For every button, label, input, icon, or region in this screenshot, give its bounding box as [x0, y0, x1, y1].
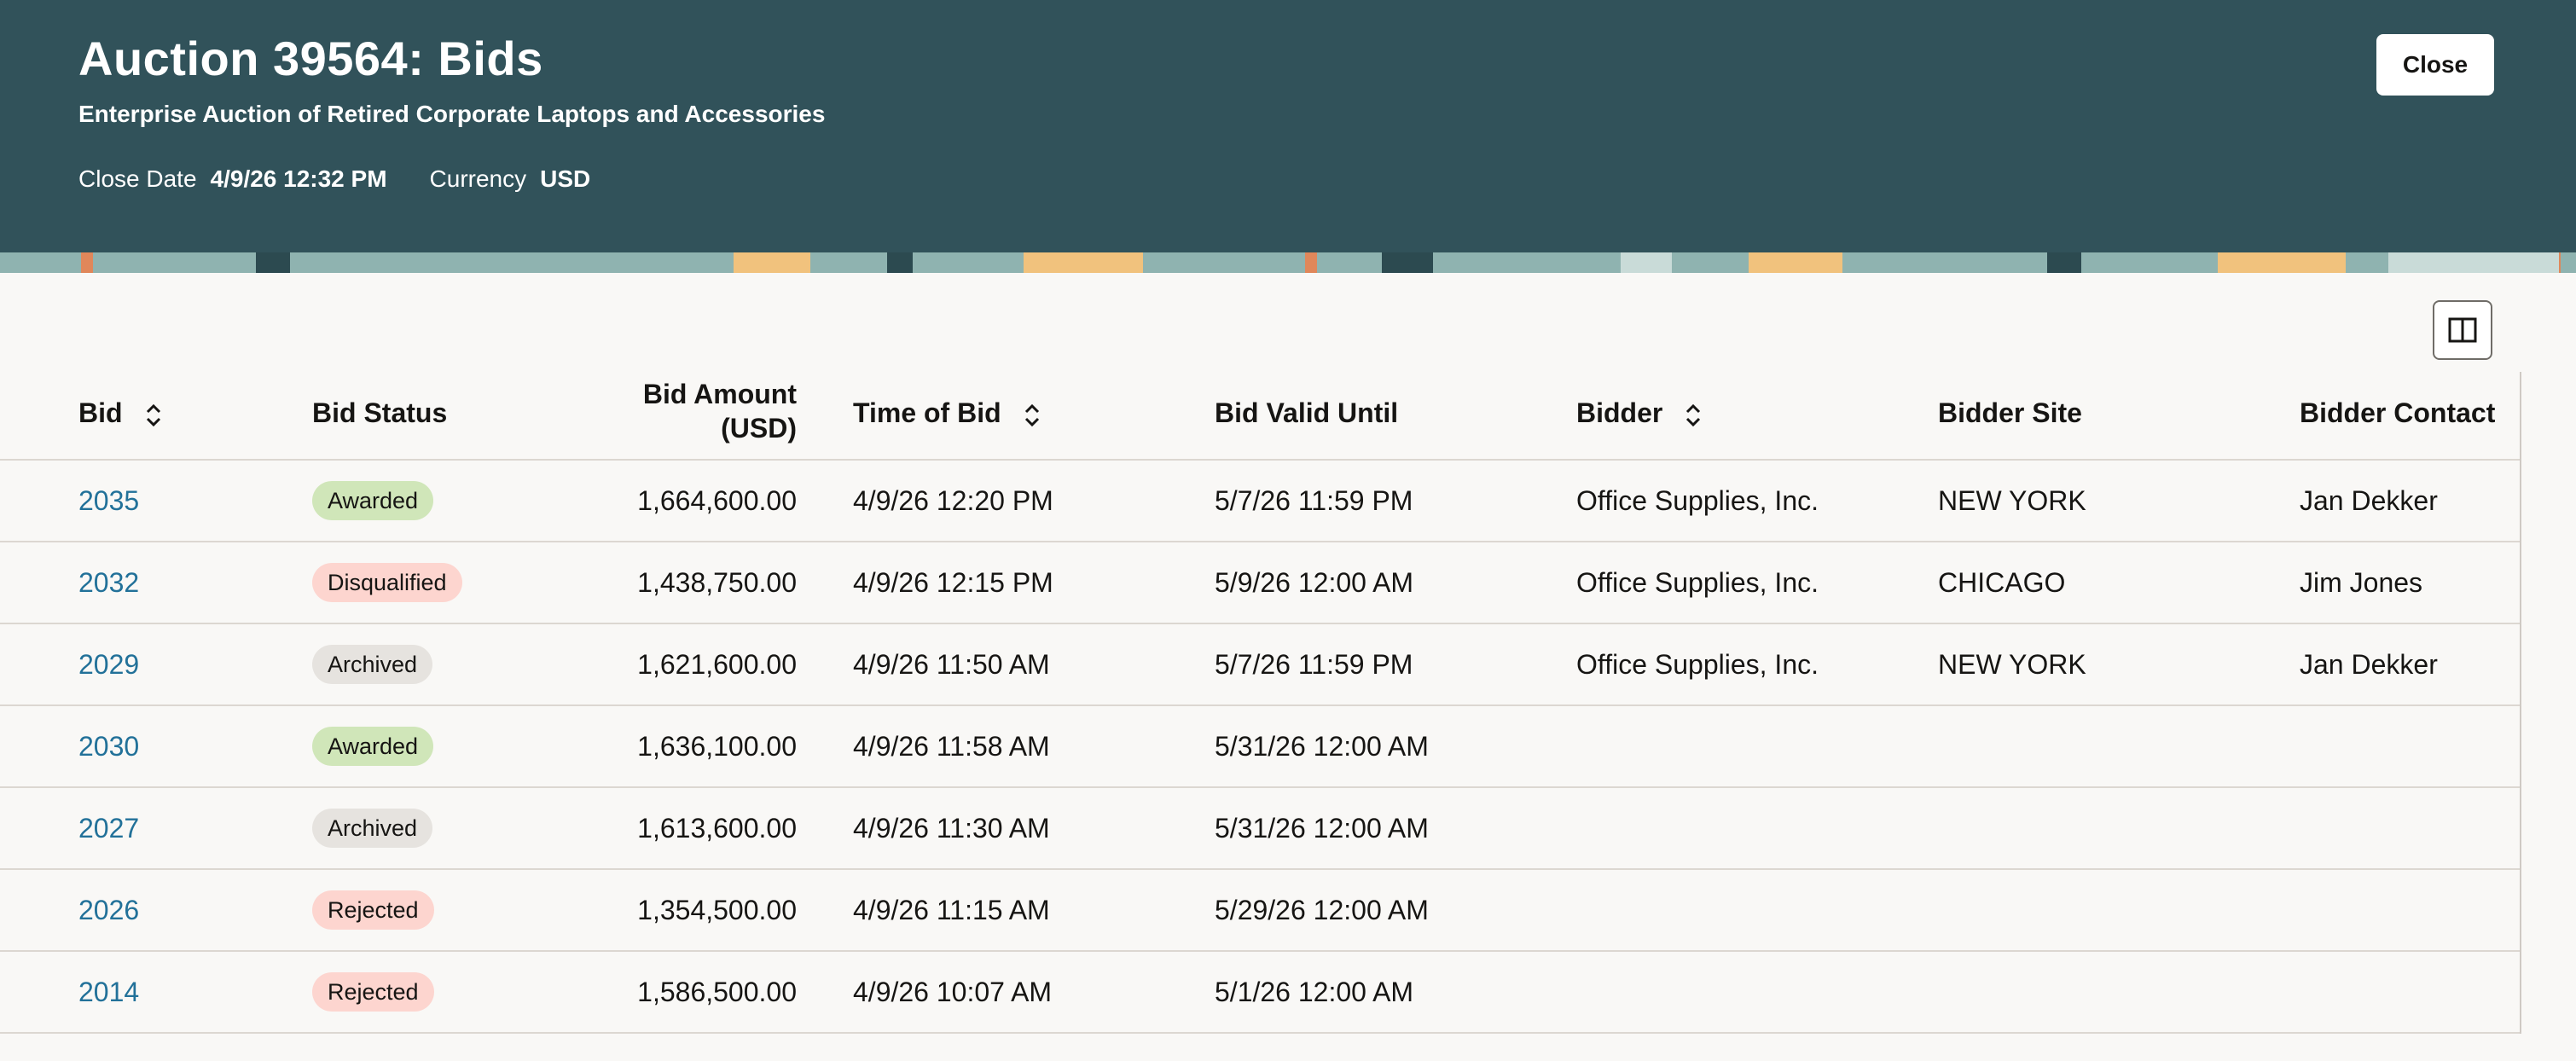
bid-amount: 1,438,750.00: [637, 567, 797, 598]
sort-icon[interactable]: [145, 403, 162, 428]
split-columns-icon: [2448, 317, 2477, 343]
close-button[interactable]: Close: [2376, 34, 2494, 96]
bid-amount: 1,586,500.00: [637, 977, 797, 1007]
bid-link[interactable]: 2032: [78, 567, 139, 598]
time-of-bid: 4/9/26 12:20 PM: [853, 485, 1053, 516]
bid-valid-until: 5/1/26 12:00 AM: [1215, 977, 1414, 1007]
bidder: Office Supplies, Inc.: [1576, 485, 1819, 516]
sort-icon[interactable]: [1685, 403, 1702, 428]
auction-meta: Close Date 4/9/26 12:32 PM Currency USD: [78, 165, 633, 193]
close-date-value: 4/9/26 12:32 PM: [210, 165, 387, 192]
bid-amount: 1,354,500.00: [637, 895, 797, 925]
status-badge: Rejected: [312, 890, 434, 930]
column-header-bid-valid-until: Bid Valid Until: [1215, 397, 1399, 428]
close-date-label: Close Date: [78, 165, 197, 192]
bid-valid-until: 5/29/26 12:00 AM: [1215, 895, 1429, 925]
column-manager-button[interactable]: [2433, 300, 2492, 360]
column-header-bid-amount-line2: (USD): [721, 413, 797, 444]
bidder-contact: Jim Jones: [2300, 567, 2423, 598]
status-badge: Archived: [312, 645, 433, 684]
status-badge: Disqualified: [312, 563, 462, 602]
time-of-bid: 4/9/26 12:15 PM: [853, 567, 1053, 598]
bidder-contact: Jan Dekker: [2300, 485, 2438, 516]
bid-link[interactable]: 2035: [78, 485, 139, 516]
currency-label: Currency: [429, 165, 527, 192]
bidder-contact: Jan Dekker: [2300, 649, 2438, 680]
bid-valid-until: 5/9/26 12:00 AM: [1215, 567, 1414, 598]
time-of-bid: 4/9/26 11:50 AM: [853, 649, 1050, 680]
column-header-time-of-bid-label: Time of Bid: [853, 397, 1001, 428]
table-row[interactable]: 2029 Archived 1,621,600.00 4/9/26 11:50 …: [0, 624, 2520, 706]
status-badge: Rejected: [312, 972, 434, 1012]
bid-amount: 1,613,600.00: [637, 813, 797, 844]
page-header: Auction 39564: Bids Enterprise Auction o…: [0, 0, 2576, 252]
time-of-bid: 4/9/26 11:58 AM: [853, 731, 1050, 762]
sort-icon[interactable]: [1024, 403, 1041, 428]
column-header-bidder[interactable]: Bidder: [1576, 397, 1702, 429]
bid-link[interactable]: 2014: [78, 977, 139, 1007]
table-row[interactable]: 2026 Rejected 1,354,500.00 4/9/26 11:15 …: [0, 870, 2520, 952]
column-header-bidder-site: Bidder Site: [1938, 397, 2082, 428]
page-subtitle: Enterprise Auction of Retired Corporate …: [78, 101, 826, 127]
column-header-bid[interactable]: Bid: [78, 397, 162, 429]
status-badge: Awarded: [312, 727, 434, 766]
time-of-bid: 4/9/26 10:07 AM: [853, 977, 1053, 1007]
table-row[interactable]: 2035 Awarded 1,664,600.00 4/9/26 12:20 P…: [0, 461, 2520, 542]
status-badge: Awarded: [312, 481, 434, 520]
bid-link[interactable]: 2030: [78, 731, 139, 762]
column-header-bid-amount-line1: Bid Amount: [642, 379, 797, 409]
page-title: Auction 39564: Bids: [78, 32, 543, 85]
bidder-site: NEW YORK: [1938, 485, 2086, 516]
bid-valid-until: 5/31/26 12:00 AM: [1215, 731, 1429, 762]
time-of-bid: 4/9/26 11:30 AM: [853, 813, 1050, 844]
bid-amount: 1,664,600.00: [637, 485, 797, 516]
bid-link[interactable]: 2027: [78, 813, 139, 844]
bid-valid-until: 5/31/26 12:00 AM: [1215, 813, 1429, 844]
bid-link[interactable]: 2026: [78, 895, 139, 925]
bidder-site: NEW YORK: [1938, 649, 2086, 680]
bidder: Office Supplies, Inc.: [1576, 567, 1819, 598]
column-header-bid-label: Bid: [78, 397, 123, 428]
currency-value: USD: [540, 165, 591, 192]
column-header-bid-status: Bid Status: [312, 397, 448, 428]
bid-valid-until: 5/7/26 11:59 PM: [1215, 485, 1413, 516]
column-header-bid-amount: Bid Amount (USD): [541, 377, 797, 445]
bid-amount: 1,621,600.00: [637, 649, 797, 680]
time-of-bid: 4/9/26 11:15 AM: [853, 895, 1050, 925]
bid-valid-until: 5/7/26 11:59 PM: [1215, 649, 1413, 680]
bid-link[interactable]: 2029: [78, 649, 139, 680]
table-row[interactable]: 2014 Rejected 1,586,500.00 4/9/26 10:07 …: [0, 952, 2520, 1034]
table-row[interactable]: 2027 Archived 1,613,600.00 4/9/26 11:30 …: [0, 788, 2520, 870]
column-header-time-of-bid[interactable]: Time of Bid: [853, 397, 1041, 429]
column-header-bidder-label: Bidder: [1576, 397, 1663, 428]
banner-pattern: [0, 252, 2576, 273]
decorative-banner: [0, 252, 2576, 273]
bid-amount: 1,636,100.00: [637, 731, 797, 762]
table-header-row: Bid Bid Status Bid Amount (USD) Time of …: [0, 372, 2520, 461]
bidder: Office Supplies, Inc.: [1576, 649, 1819, 680]
bidder-site: CHICAGO: [1938, 567, 2066, 598]
status-badge: Archived: [312, 809, 433, 848]
table-row[interactable]: 2032 Disqualified 1,438,750.00 4/9/26 12…: [0, 542, 2520, 624]
bids-table: Bid Bid Status Bid Amount (USD) Time of …: [0, 372, 2521, 1034]
column-header-bidder-contact: Bidder Contact: [2300, 397, 2496, 428]
table-row[interactable]: 2030 Awarded 1,636,100.00 4/9/26 11:58 A…: [0, 706, 2520, 788]
